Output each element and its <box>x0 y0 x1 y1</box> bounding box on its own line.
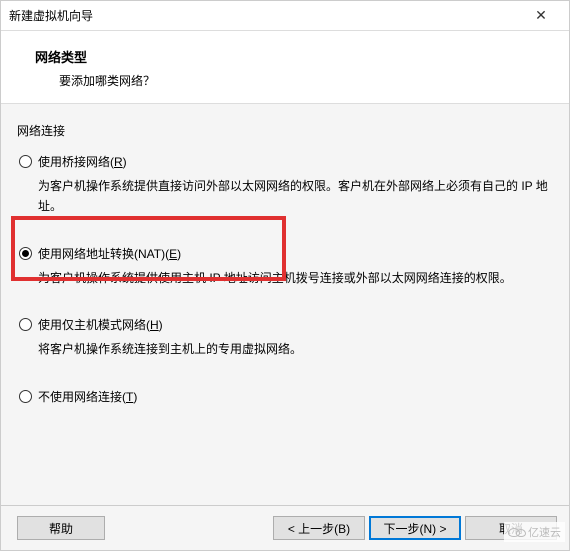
radio-icon <box>19 155 32 168</box>
back-button[interactable]: < 上一步(B) <box>273 516 365 540</box>
option-bridge-label: 使用桥接网络(R) <box>38 153 127 170</box>
watermark: 亿速云 <box>504 522 565 542</box>
option-none[interactable]: 不使用网络连接(T) <box>15 388 555 405</box>
help-button[interactable]: 帮助 <box>17 516 105 540</box>
option-bridge-desc: 为客户机操作系统提供直接访问外部以太网网络的权限。客户机在外部网络上必须有自己的… <box>19 176 555 217</box>
close-icon: ✕ <box>535 7 547 24</box>
next-button[interactable]: 下一步(N) > <box>369 516 461 540</box>
wizard-footer: 帮助 < 上一步(B) 下一步(N) > 取消 <box>1 505 569 550</box>
radio-icon <box>19 318 32 331</box>
option-nat-desc: 为客户机操作系统提供使用主机 IP 地址访问主机拨号连接或外部以太网网络连接的权… <box>19 268 555 288</box>
option-bridge[interactable]: 使用桥接网络(R) 为客户机操作系统提供直接访问外部以太网网络的权限。客户机在外… <box>15 153 555 217</box>
radio-icon <box>19 390 32 403</box>
watermark-text: 亿速云 <box>528 524 561 540</box>
dialog-title: 新建虚拟机向导 <box>9 7 521 24</box>
option-hostonly-label: 使用仅主机模式网络(H) <box>38 316 163 333</box>
option-nat-label: 使用网络地址转换(NAT)(E) <box>38 245 181 262</box>
option-none-label: 不使用网络连接(T) <box>38 388 137 405</box>
radio-icon <box>19 247 32 260</box>
titlebar: 新建虚拟机向导 ✕ <box>1 1 569 31</box>
cloud-icon <box>508 525 526 539</box>
option-hostonly-desc: 将客户机操作系统连接到主机上的专用虚拟网络。 <box>19 339 555 359</box>
option-hostonly[interactable]: 使用仅主机模式网络(H) 将客户机操作系统连接到主机上的专用虚拟网络。 <box>15 316 555 359</box>
page-title: 网络类型 <box>35 47 569 66</box>
page-subtitle: 要添加哪类网络？ <box>35 72 569 89</box>
close-button[interactable]: ✕ <box>521 2 561 30</box>
wizard-dialog: 新建虚拟机向导 ✕ 网络类型 要添加哪类网络？ 网络连接 使用桥接网络(R) 为… <box>0 0 570 551</box>
option-nat[interactable]: 使用网络地址转换(NAT)(E) 为客户机操作系统提供使用主机 IP 地址访问主… <box>15 245 555 288</box>
wizard-header: 网络类型 要添加哪类网络？ <box>1 31 569 104</box>
content-area: 网络连接 使用桥接网络(R) 为客户机操作系统提供直接访问外部以太网网络的权限。… <box>1 104 569 508</box>
fieldset-legend: 网络连接 <box>15 122 555 139</box>
